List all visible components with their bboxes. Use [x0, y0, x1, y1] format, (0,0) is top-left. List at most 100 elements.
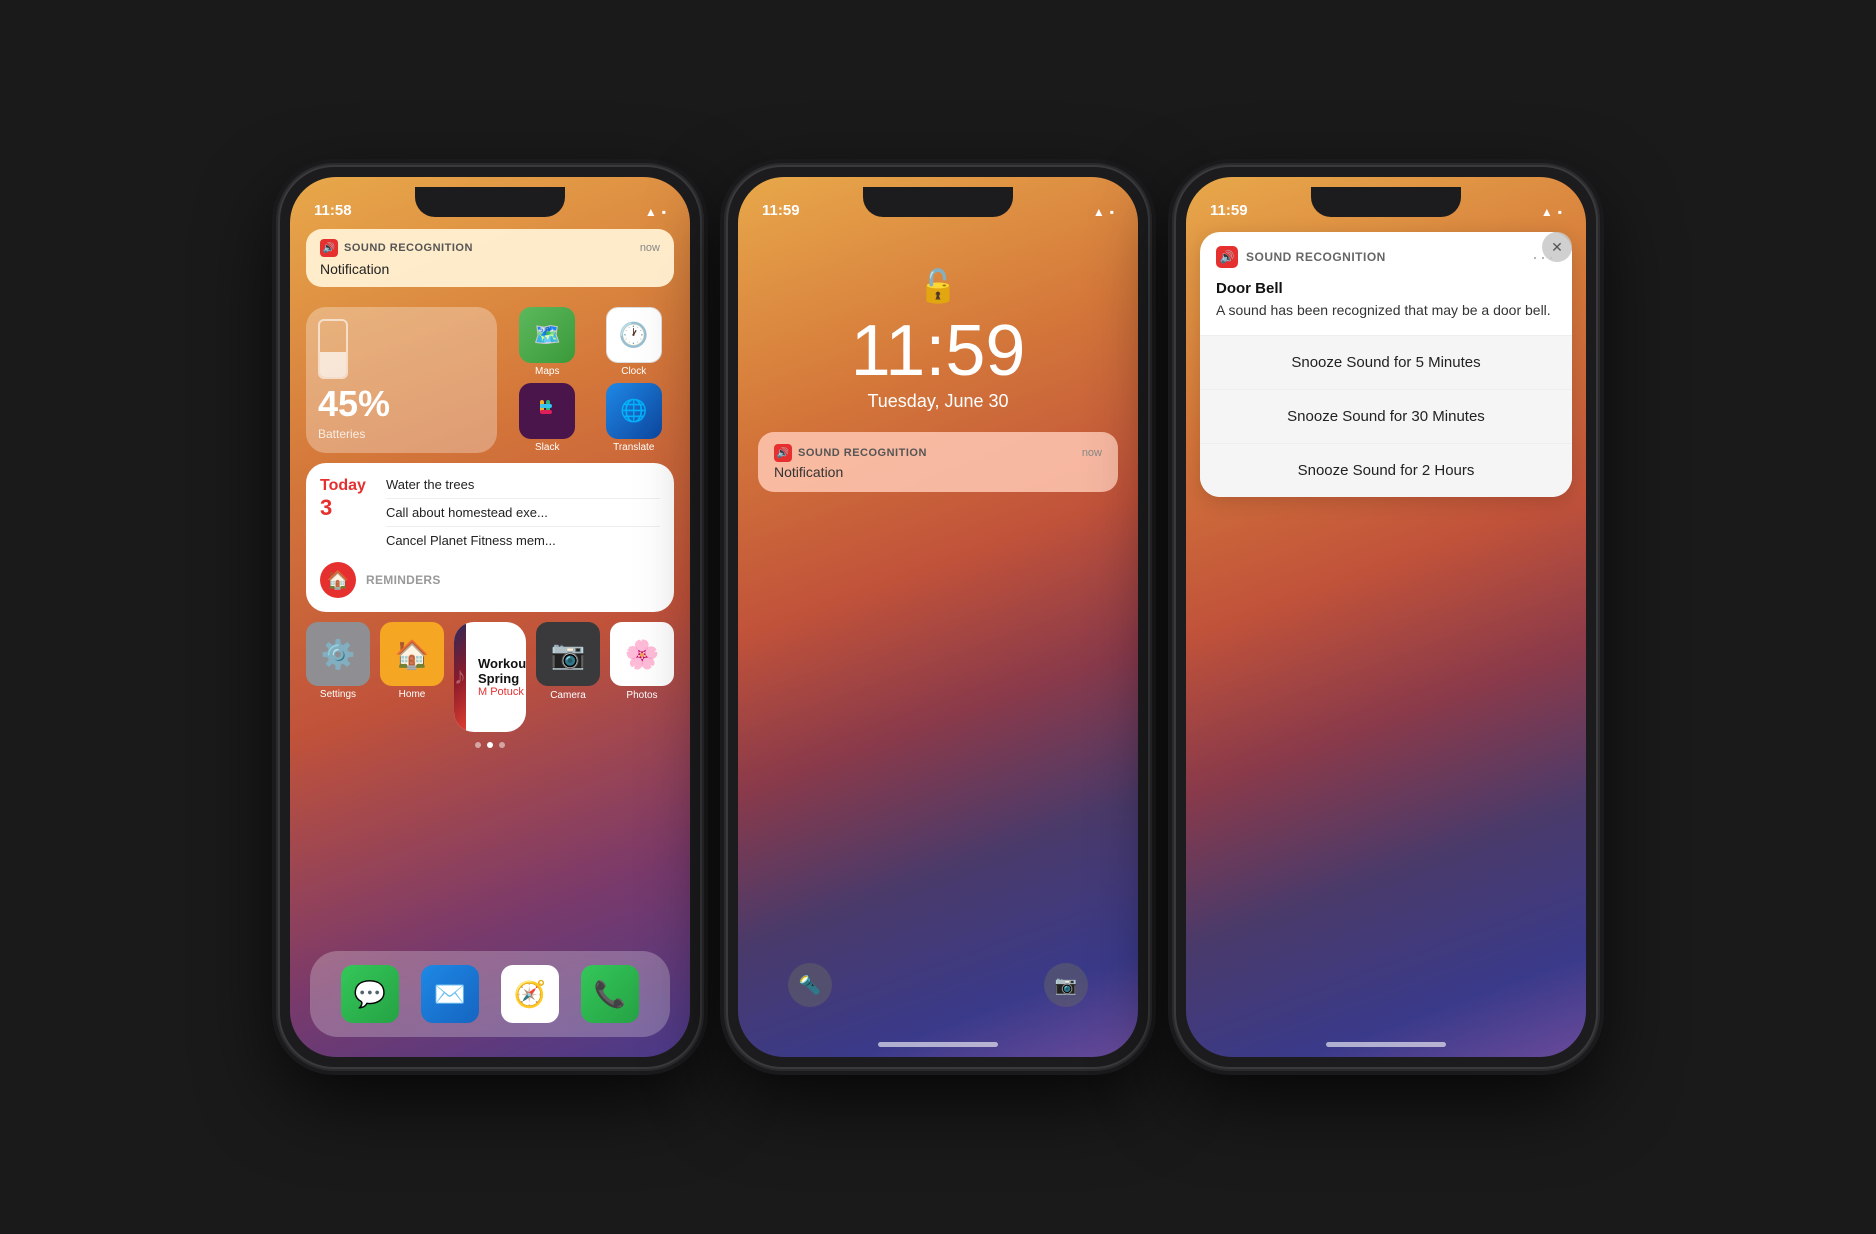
- camera-label: Camera: [550, 690, 586, 701]
- notif-app-info-1: 🔊 SOUND RECOGNITION: [320, 239, 473, 257]
- translate-app[interactable]: 🌐 Translate: [594, 383, 675, 453]
- settings-app[interactable]: ⚙️ Settings: [306, 622, 370, 732]
- page-dots: [306, 742, 674, 748]
- notif-header-1: 🔊 SOUND RECOGNITION now: [320, 239, 660, 257]
- battery-widget[interactable]: 45% Batteries: [306, 307, 497, 453]
- music-album-art: ♪ 🎵: [454, 622, 466, 732]
- flashlight-button[interactable]: 🔦: [788, 963, 832, 1007]
- battery-label: Batteries: [318, 427, 485, 441]
- reminder-item-2: Cancel Planet Fitness mem...: [386, 533, 660, 554]
- safari-dock-app[interactable]: 🧭: [501, 965, 559, 1023]
- photos-label: Photos: [626, 690, 657, 701]
- page-dot-2: [499, 742, 505, 748]
- expanded-notif-header: 🔊 SOUND RECOGNITION ···: [1200, 232, 1572, 276]
- battery-icon-3: ▪: [1558, 205, 1562, 219]
- status-time-3: 11:59: [1210, 202, 1248, 219]
- translate-icon[interactable]: 🌐: [606, 383, 662, 439]
- outer-close-button[interactable]: ✕: [1542, 232, 1572, 262]
- home-indicator-3: [1326, 1042, 1446, 1047]
- music-widget[interactable]: ♪ 🎵 Workout Spring M Potuck: [454, 622, 526, 732]
- settings-icon[interactable]: ⚙️: [306, 622, 370, 686]
- reminders-footer: 🏠 Reminders: [320, 562, 660, 598]
- status-time-2: 11:59: [762, 202, 800, 219]
- mail-dock-icon[interactable]: ✉️: [421, 965, 479, 1023]
- lock-icon: 🔓: [918, 267, 958, 305]
- camera-lock-button[interactable]: 📷: [1044, 963, 1088, 1007]
- lock-notification[interactable]: 🔊 SOUND RECOGNITION now Notification: [758, 432, 1118, 492]
- camera-app[interactable]: 📷 Camera: [536, 622, 600, 732]
- sound-recognition-icon-1: 🔊: [320, 239, 338, 257]
- clock-icon[interactable]: 🕐: [606, 307, 662, 363]
- home-app[interactable]: 🏠 Home: [380, 622, 444, 732]
- status-time-1: 11:58: [314, 202, 352, 219]
- clock-label: Clock: [621, 366, 646, 377]
- phone-2: 11:59 ▲ ▪ 🔓 11:59 Tuesday, June 30 🔊 SOU…: [728, 167, 1148, 1067]
- status-icons-1: ▲ ▪: [645, 205, 666, 219]
- safari-dock-icon[interactable]: 🧭: [501, 965, 559, 1023]
- wifi-icon-1: ▲: [645, 205, 657, 219]
- expanded-notif-body: Door Bell A sound has been recognized th…: [1200, 276, 1572, 335]
- clock-app[interactable]: 🕐 Clock: [594, 307, 675, 377]
- second-app-row: ⚙️ Settings 🏠 Home ♪ 🎵 Workout Spring M …: [306, 622, 674, 732]
- photos-app[interactable]: 🌸 Photos: [610, 622, 674, 732]
- lock-bottom-controls: 🔦 📷: [738, 963, 1138, 1007]
- app-icons-top: 🗺️ Maps 🕐 Clock: [507, 307, 674, 453]
- status-icons-2: ▲ ▪: [1093, 205, 1114, 219]
- phone-2-screen: 11:59 ▲ ▪ 🔓 11:59 Tuesday, June 30 🔊 SOU…: [738, 177, 1138, 1057]
- lock-notif-app-info: 🔊 SOUND RECOGNITION: [774, 444, 927, 462]
- lock-notif-time: now: [1082, 447, 1102, 459]
- lock-date: Tuesday, June 30: [867, 391, 1008, 412]
- snooze-2hours-button[interactable]: Snooze Sound for 2 Hours: [1200, 444, 1572, 497]
- home-indicator-2: [878, 1042, 998, 1047]
- mail-dock-app[interactable]: ✉️: [421, 965, 479, 1023]
- music-artist: M Potuck: [478, 686, 526, 698]
- camera-icon[interactable]: 📷: [536, 622, 600, 686]
- maps-app[interactable]: 🗺️ Maps: [507, 307, 588, 377]
- reminders-header: Today 3 Water the trees Call about homes…: [320, 477, 660, 554]
- phone-dock-icon[interactable]: 📞: [581, 965, 639, 1023]
- expanded-sound-icon: 🔊: [1216, 246, 1238, 268]
- battery-icon-2: ▪: [1110, 205, 1114, 219]
- home-icon: 🏠: [320, 562, 356, 598]
- phone3-content: 🔊 SOUND RECOGNITION ··· Door Bell A soun…: [1200, 232, 1572, 497]
- snooze-5min-button[interactable]: Snooze Sound for 5 Minutes: [1200, 336, 1572, 390]
- lock-time: 11:59: [851, 315, 1026, 387]
- photos-icon[interactable]: 🌸: [610, 622, 674, 686]
- reminders-widget[interactable]: Today 3 Water the trees Call about homes…: [306, 463, 674, 612]
- messages-dock-app[interactable]: 💬: [341, 965, 399, 1023]
- lock-notif-header: 🔊 SOUND RECOGNITION now: [774, 444, 1102, 462]
- notch-1: [415, 187, 565, 217]
- notch-3: [1311, 187, 1461, 217]
- notch-2: [863, 187, 1013, 217]
- expanded-notification: 🔊 SOUND RECOGNITION ··· Door Bell A soun…: [1200, 232, 1572, 497]
- slack-label: Slack: [535, 442, 559, 453]
- reminder-item-1: Call about homestead exe...: [386, 505, 660, 527]
- phone-dock-app[interactable]: 📞: [581, 965, 639, 1023]
- bottom-dock-1: 💬 ✉️ 🧭 📞: [310, 951, 670, 1037]
- notif-time-1: now: [640, 242, 660, 254]
- home-app-label: Home: [399, 689, 426, 700]
- reminders-section-label: Reminders: [366, 573, 441, 587]
- today-label: Today: [320, 477, 366, 495]
- wifi-icon-3: ▲: [1541, 205, 1553, 219]
- battery-percent: 45%: [318, 383, 485, 425]
- status-icons-3: ▲ ▪: [1541, 205, 1562, 219]
- messages-dock-icon[interactable]: 💬: [341, 965, 399, 1023]
- settings-label: Settings: [320, 689, 356, 700]
- translate-label: Translate: [613, 442, 654, 453]
- reminder-item-0: Water the trees: [386, 477, 660, 499]
- phone-1-screen: 11:58 ▲ ▪ 🔊 SOUND RECOGNITION now Notifi…: [290, 177, 690, 1057]
- home-app-icon[interactable]: 🏠: [380, 622, 444, 686]
- slack-app[interactable]: Slack: [507, 383, 588, 453]
- notification-banner-1[interactable]: 🔊 SOUND RECOGNITION now Notification: [306, 229, 674, 287]
- reminder-items: Water the trees Call about homestead exe…: [386, 477, 660, 554]
- snooze-options: Snooze Sound for 5 Minutes Snooze Sound …: [1200, 335, 1572, 497]
- notif-door-bell-title: Door Bell: [1216, 280, 1556, 297]
- snooze-30min-button[interactable]: Snooze Sound for 30 Minutes: [1200, 390, 1572, 444]
- phone-1: 11:58 ▲ ▪ 🔊 SOUND RECOGNITION now Notifi…: [280, 167, 700, 1067]
- wifi-icon-2: ▲: [1093, 205, 1105, 219]
- phone-3-screen: 11:59 ▲ ▪ ✕ 🔊 SOUND RECOGNITION ···: [1186, 177, 1586, 1057]
- slack-icon[interactable]: [519, 383, 575, 439]
- today-count: 3: [320, 495, 366, 521]
- maps-icon[interactable]: 🗺️: [519, 307, 575, 363]
